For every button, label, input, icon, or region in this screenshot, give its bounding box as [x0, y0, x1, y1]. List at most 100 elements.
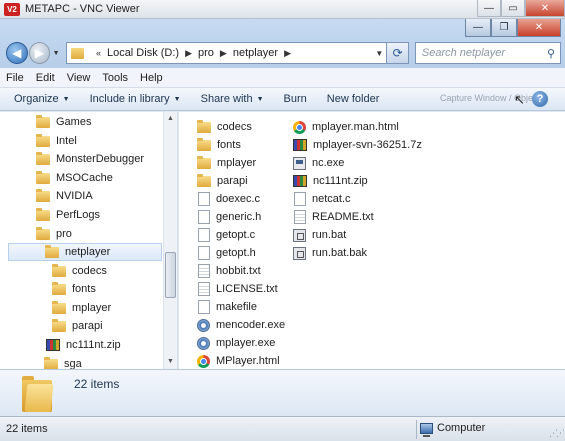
tree-item-monsterdebugger[interactable]: MonsterDebugger — [36, 150, 144, 168]
file-icon — [198, 246, 210, 260]
file-item-run-bat[interactable]: run.bat — [293, 226, 346, 244]
file-item-getopt-h[interactable]: getopt.h — [198, 244, 256, 262]
mouse-cursor-icon: ↖ — [514, 92, 525, 107]
status-divider — [416, 420, 417, 439]
file-item-netcat-c[interactable]: netcat.c — [294, 190, 351, 208]
vnc-maximize-button[interactable]: ▭ — [501, 0, 525, 17]
file-item-mplayer[interactable]: mplayer — [197, 154, 256, 172]
chevron-right-icon[interactable]: ▶ — [185, 48, 192, 59]
tree-item-msocache[interactable]: MSOCache — [36, 169, 113, 187]
folder-icon — [197, 155, 211, 169]
tree-item-perflogs[interactable]: PerfLogs — [36, 206, 100, 224]
file-item-mplayer-exe[interactable]: mplayer.exe — [197, 334, 275, 352]
refresh-button[interactable]: ⟳ — [387, 42, 409, 64]
tree-item-label: MSOCache — [56, 172, 113, 184]
breadcrumb-pro[interactable]: pro — [198, 47, 214, 59]
search-icon[interactable]: ⚲ — [542, 47, 560, 60]
file-item-doexec-c[interactable]: doexec.c — [198, 190, 260, 208]
folder-icon — [36, 226, 50, 240]
file-item-fonts[interactable]: fonts — [197, 136, 241, 154]
breadcrumb-netplayer[interactable]: netplayer — [233, 47, 278, 59]
file-name: makefile — [216, 301, 257, 313]
tree-item-mplayer[interactable]: mplayer — [52, 299, 111, 317]
file-item-license-txt[interactable]: LICENSE.txt — [198, 280, 278, 298]
tree-item-intel[interactable]: Intel — [36, 132, 77, 150]
folder-icon — [52, 300, 66, 314]
file-item-getopt-c[interactable]: getopt.c — [198, 226, 255, 244]
back-button[interactable]: ◀ — [6, 42, 28, 64]
search-placeholder: Search netplayer — [421, 47, 506, 59]
include-in-library-button[interactable]: Include in library ▼ — [90, 93, 181, 105]
batch-icon — [293, 246, 306, 260]
file-name: mplayer — [217, 157, 257, 169]
tree-item-netplayer[interactable]: netplayer — [8, 243, 162, 261]
menu-bar: File Edit View Tools Help — [0, 68, 565, 88]
tree-item-label: pro — [56, 228, 72, 240]
file-item-readme-txt[interactable]: README.txt — [294, 208, 374, 226]
address-dropdown-icon[interactable]: ▼ — [372, 49, 386, 58]
menu-edit[interactable]: Edit — [36, 72, 55, 84]
tree-item-label: PerfLogs — [56, 209, 101, 221]
help-icon[interactable]: ? — [532, 91, 548, 107]
address-bar[interactable]: « Local Disk (D:) ▶ pro ▶ netplayer ▶ ▼ — [65, 42, 388, 64]
search-input[interactable]: Search netplayer ⚲ — [414, 42, 561, 64]
file-name: hobbit.txt — [216, 265, 261, 277]
scrollbar-thumb[interactable] — [165, 252, 176, 298]
burn-button[interactable]: Burn — [284, 93, 307, 105]
file-item-mencoder-exe[interactable]: mencoder.exe — [197, 316, 285, 334]
share-label: Share with — [200, 93, 253, 105]
share-with-button[interactable]: Share with ▼ — [201, 93, 264, 105]
tree-item-codecs[interactable]: codecs — [52, 262, 107, 280]
file-item-mplayer-man-html[interactable]: mplayer.man.html — [293, 118, 399, 136]
details-item-count: 22 items — [74, 377, 120, 391]
new-folder-button[interactable]: New folder — [327, 93, 380, 105]
navigation-scrollbar[interactable]: ▲ ▼ — [163, 112, 177, 369]
navigation-pane: Games Intel MonsterDebugger MSOCache NVI… — [0, 112, 178, 369]
file-name: codecs — [217, 121, 252, 133]
file-item-makefile[interactable]: makefile — [198, 298, 257, 316]
maximize-button[interactable]: ❐ — [491, 19, 517, 37]
chevron-down-icon: ▼ — [62, 95, 70, 103]
menu-tools[interactable]: Tools — [102, 72, 128, 84]
recent-pages-dropdown[interactable]: ▼ — [50, 42, 62, 64]
chevron-left-icon[interactable]: « — [96, 48, 101, 58]
file-name: getopt.h — [216, 247, 256, 259]
chevron-right-icon[interactable]: ▶ — [220, 48, 227, 59]
tree-item-games[interactable]: Games — [36, 113, 91, 131]
vnc-close-button[interactable]: ✕ — [525, 0, 565, 17]
tree-item-label: NVIDIA — [56, 190, 93, 202]
tree-item-nc111nt-zip[interactable]: nc111nt.zip — [46, 336, 121, 354]
file-item-parapi[interactable]: parapi — [197, 172, 248, 190]
tree-item-parapi[interactable]: parapi — [52, 317, 103, 335]
tree-item-fonts[interactable]: fonts — [52, 280, 96, 298]
folder-icon — [52, 318, 66, 332]
chevron-right-icon[interactable]: ▶ — [284, 48, 291, 59]
menu-file[interactable]: File — [6, 72, 24, 84]
file-item-codecs[interactable]: codecs — [197, 118, 252, 136]
tree-item-sga[interactable]: sga — [44, 355, 82, 369]
file-item-generic-h[interactable]: generic.h — [198, 208, 261, 226]
scroll-up-icon[interactable]: ▲ — [164, 112, 177, 126]
organize-button[interactable]: Organize ▼ — [14, 93, 70, 105]
file-name: run.bat — [312, 229, 347, 241]
tree-item-nvidia[interactable]: NVIDIA — [36, 187, 93, 205]
file-item-mplayer-html[interactable]: MPlayer.html — [197, 352, 280, 370]
file-item-nc-exe[interactable]: nc.exe — [293, 154, 344, 172]
tree-item-pro[interactable]: pro — [36, 225, 72, 243]
folder-icon — [197, 173, 211, 187]
forward-button[interactable]: ▶ — [28, 42, 51, 64]
menu-help[interactable]: Help — [140, 72, 163, 84]
menu-view[interactable]: View — [67, 72, 91, 84]
file-item-hobbit-txt[interactable]: hobbit.txt — [198, 262, 261, 280]
file-item-nc111nt-zip[interactable]: nc111nt.zip — [293, 172, 368, 190]
vnc-minimize-button[interactable]: — — [477, 0, 501, 17]
file-name: getopt.c — [216, 229, 256, 241]
scroll-down-icon[interactable]: ▼ — [164, 355, 177, 369]
close-button[interactable]: ✕ — [517, 19, 561, 37]
breadcrumb-local-disk[interactable]: Local Disk (D:) — [107, 47, 179, 59]
file-item-mplayer-svn-7z[interactable]: mplayer-svn-36251.7z — [293, 136, 422, 154]
file-name: netcat.c — [312, 193, 351, 205]
minimize-button[interactable]: — — [465, 19, 491, 37]
resize-grip-icon[interactable]: ⋰⋰ — [549, 428, 565, 439]
file-item-run-bat-bak[interactable]: run.bat.bak — [293, 244, 367, 262]
